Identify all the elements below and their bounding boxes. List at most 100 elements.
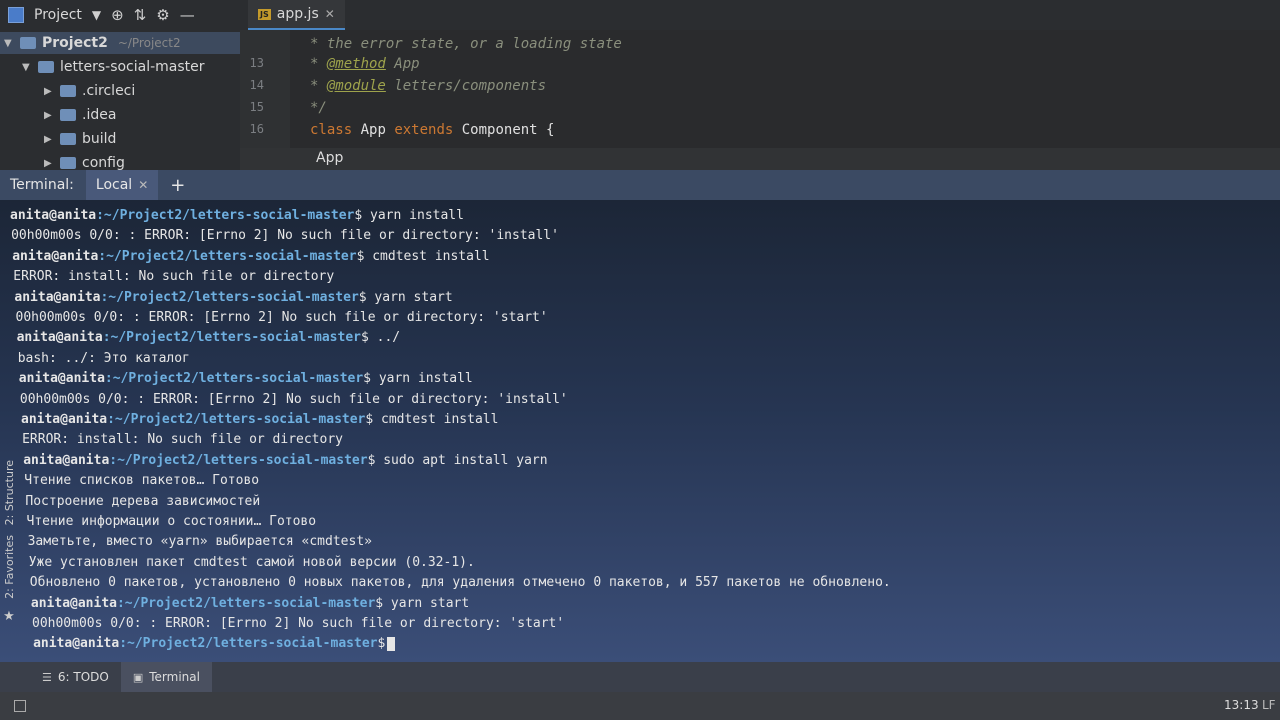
code-line: 15 */ — [249, 100, 327, 116]
folder-icon — [60, 133, 76, 145]
status-bar: 13:13 LF — [0, 692, 1280, 720]
terminal-label: Terminal: — [10, 177, 74, 193]
project-icon — [8, 7, 24, 23]
terminal-output-line: 00h00m00s 0/0: : ERROR: [Errno 2] No suc… — [19, 391, 568, 407]
tree-item-idea[interactable]: ▶ .idea — [44, 104, 116, 126]
project-tree: ▼ Project2 ~/Project2 ▼ letters-social-m… — [0, 30, 241, 170]
collapse-icon[interactable]: ⇅ — [134, 6, 147, 24]
chevron-right-icon[interactable]: ▶ — [44, 110, 54, 121]
terminal-command: $ yarn start — [375, 595, 470, 611]
prompt-path: :~/Project2/letters-social-master — [102, 330, 361, 346]
chevron-right-icon[interactable]: ▶ — [44, 86, 54, 97]
prompt-path: :~/Project2/letters-social-master — [96, 208, 355, 223]
terminal-output-line: ERROR: install: No such file or director… — [13, 269, 335, 285]
cursor-position[interactable]: 13:13 — [1224, 698, 1259, 712]
tab-label: Local — [95, 177, 133, 193]
layout-toggle-icon[interactable] — [14, 700, 26, 712]
folder-icon — [60, 85, 76, 97]
prompt-user: anita@anita — [12, 248, 99, 264]
prompt-user: anita@anita — [18, 371, 105, 387]
terminal-output-line: 00h00m00s 0/0: : ERROR: [Errno 2] No suc… — [11, 228, 559, 244]
close-icon[interactable]: ✕ — [138, 178, 148, 192]
prompt-path: :~/Project2/letters-social-master — [109, 452, 368, 468]
line-separator[interactable]: LF — [1262, 698, 1276, 712]
folder-icon — [38, 61, 54, 73]
terminal-prompt-line: anita@anita:~/Project2/letters-social-ma… — [19, 369, 473, 389]
tab-local[interactable]: Local ✕ — [85, 170, 159, 200]
tree-item-letters-social-master[interactable]: ▼ letters-social-master — [22, 56, 205, 78]
terminal-output-line: 00h00m00s 0/0: : ERROR: [Errno 2] No suc… — [15, 310, 548, 325]
terminal-output[interactable]: anita@anita:~/Project2/letters-social-ma… — [0, 200, 1280, 662]
side-tab-structure[interactable]: 2: Structure — [3, 460, 16, 525]
terminal-output-line: Уже установлен пакет cmdtest самой новой… — [28, 554, 475, 570]
minimize-icon[interactable]: — — [180, 6, 195, 24]
terminal-prompt-line: anita@anita:~/Project2/letters-social-ma… — [33, 634, 396, 654]
close-icon[interactable]: ✕ — [325, 7, 335, 21]
terminal-command: $ cmdtest install — [365, 412, 499, 427]
tree-item-config[interactable]: ▶ config — [44, 152, 125, 170]
terminal-prompt-line: anita@anita:~/Project2/letters-social-ma… — [23, 451, 547, 471]
terminal-output-line: Чтение списков пакетов… Готово — [24, 473, 260, 489]
tab-todo[interactable]: ☰ 6: TODO — [30, 662, 121, 692]
tree-item-label: .circleci — [82, 83, 136, 99]
terminal-prompt-line: anita@anita:~/Project2/letters-social-ma… — [12, 247, 489, 267]
tree-item-label: letters-social-master — [60, 59, 205, 75]
code-line: 16 class App extends Component { — [249, 122, 555, 138]
folder-icon — [60, 157, 76, 169]
project-view-selector[interactable]: Project ▼ ⊕ ⇅ ⚙ — — [0, 0, 240, 30]
side-tool-strip: 2: Structure 2: Favorites ★ — [0, 460, 18, 660]
terminal-output-line: Обновлено 0 пакетов, установлено 0 новых… — [29, 575, 891, 591]
project-label: Project — [34, 7, 82, 23]
chevron-down-icon[interactable]: ▼ — [22, 62, 32, 73]
code-line: * the error state, or a loading state — [310, 36, 622, 52]
terminal-output-line: Построение дерева зависимостей — [25, 493, 261, 509]
prompt-user: anita@anita — [23, 452, 110, 468]
tree-item-label: .idea — [82, 107, 117, 123]
terminal-icon: ▣ — [132, 670, 144, 684]
terminal-prompt-line: anita@anita:~/Project2/letters-social-ma… — [21, 410, 498, 430]
tree-item-label: build — [82, 131, 117, 147]
side-tab-favorites[interactable]: 2: Favorites — [3, 535, 16, 599]
terminal-prompt-line: anita@anita:~/Project2/letters-social-ma… — [10, 206, 464, 226]
terminal-output-line: bash: ../: Это каталог — [17, 350, 190, 366]
tree-item-build[interactable]: ▶ build — [44, 128, 116, 150]
terminal-command: $ yarn install — [363, 371, 473, 387]
terminal-command: $ yarn start — [358, 289, 453, 305]
breadcrumb-item[interactable]: App — [316, 150, 343, 166]
prompt-path: :~/Project2/letters-social-master — [98, 248, 357, 264]
terminal-command: $ — [377, 636, 386, 652]
top-toolbar: Project ▼ ⊕ ⇅ ⚙ — JS app.js ✕ — [0, 0, 1280, 31]
new-tab-plus-icon[interactable]: + — [170, 175, 185, 196]
prompt-path: :~/Project2/letters-social-master — [119, 636, 378, 652]
terminal-prompt-line: anita@anita:~/Project2/letters-social-ma… — [14, 288, 452, 308]
terminal-output-line: Заметьте, вместо «yarn» выбирается «cmdt… — [27, 534, 372, 550]
chevron-right-icon[interactable]: ▶ — [44, 134, 54, 145]
terminal-prompt-line: anita@anita:~/Project2/letters-social-ma… — [17, 328, 401, 348]
tab-terminal[interactable]: ▣ Terminal — [120, 662, 212, 692]
editor-tab-label: app.js — [276, 6, 319, 22]
tree-item-project2[interactable]: ▼ Project2 ~/Project2 — [0, 32, 240, 54]
terminal-output-line: Чтение информации о состоянии… Готово — [26, 514, 317, 529]
breadcrumb[interactable]: App — [240, 148, 1280, 170]
tree-item-detail: ~/Project2 — [117, 36, 181, 50]
code-editor[interactable]: * the error state, or a loading state 13… — [240, 30, 1280, 170]
tree-item-label: config — [82, 155, 125, 170]
prompt-user: anita@anita — [21, 412, 108, 427]
chevron-right-icon[interactable]: ▶ — [44, 158, 54, 169]
prompt-user: anita@anita — [14, 289, 101, 305]
bottom-tool-tabs: ☰ 6: TODO ▣ Terminal — [0, 662, 1280, 692]
tree-item-circleci[interactable]: ▶ .circleci — [44, 80, 135, 102]
gear-icon[interactable]: ⚙ — [156, 6, 169, 24]
list-icon: ☰ — [42, 670, 52, 684]
folder-icon — [20, 37, 36, 49]
chevron-down-icon[interactable]: ▼ — [4, 38, 14, 49]
terminal-prompt-line: anita@anita:~/Project2/letters-social-ma… — [31, 594, 469, 614]
editor-tab-app-js[interactable]: JS app.js ✕ — [248, 0, 345, 30]
chevron-down-icon[interactable]: ▼ — [92, 8, 101, 22]
code-line: 14 * @module letters/components — [249, 78, 547, 94]
code-line: 13 * @method App — [249, 56, 420, 72]
prompt-path: :~/Project2/letters-social-master — [100, 289, 359, 305]
target-icon[interactable]: ⊕ — [111, 6, 124, 24]
terminal-output-line: ERROR: install: No such file or director… — [22, 432, 343, 448]
tree-item-label: Project2 — [42, 35, 108, 51]
